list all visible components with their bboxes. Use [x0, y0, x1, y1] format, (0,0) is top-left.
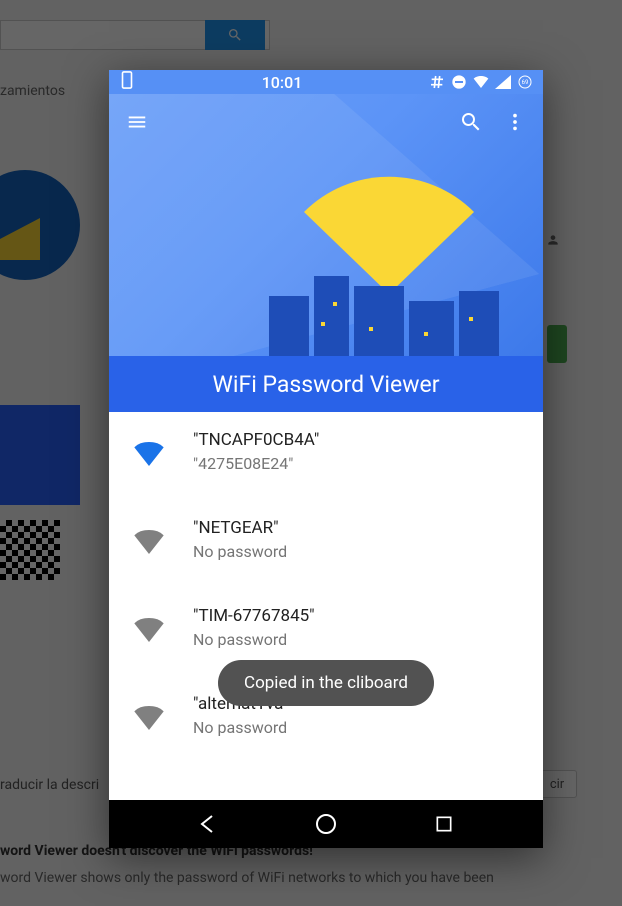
wifi-item[interactable]: "TNCAPF0CB4A" "4275E08E24"	[109, 412, 543, 500]
menu-icon[interactable]	[125, 110, 149, 134]
wifi-ssid: "TNCAPF0CB4A"	[193, 430, 523, 450]
android-nav-bar	[109, 800, 543, 848]
svg-text:69: 69	[522, 79, 529, 86]
wifi-ssid: "TIM-67767845"	[193, 606, 523, 626]
more-vert-icon[interactable]	[503, 110, 527, 134]
wifi-ssid: "NETGEAR"	[193, 518, 523, 538]
header-city-graphic	[259, 266, 519, 356]
wifi-item[interactable]: "NETGEAR" No password	[109, 500, 543, 588]
hash-icon	[429, 74, 445, 90]
android-status-bar: 10:01 69	[109, 70, 543, 94]
wifi-password: No password	[193, 542, 523, 561]
wifi-list: "TNCAPF0CB4A" "4275E08E24" "NETGEAR" No …	[109, 412, 543, 800]
dnd-icon	[451, 74, 467, 90]
wifi-status-icon	[473, 74, 489, 90]
status-time: 10:01	[135, 73, 429, 92]
search-icon[interactable]	[459, 110, 483, 134]
wifi-password: "4275E08E24"	[193, 454, 523, 473]
home-button[interactable]	[314, 812, 338, 836]
app-header: WiFi Password Viewer	[109, 94, 543, 412]
wifi-icon	[129, 698, 169, 738]
phone-outline-icon	[119, 72, 135, 88]
toast-message: Copied in the cliboard	[218, 660, 434, 706]
phone-screenshot-modal: 10:01 69	[109, 70, 543, 848]
battery-icon: 69	[517, 74, 533, 90]
app-title: WiFi Password Viewer	[109, 371, 543, 398]
signal-icon	[495, 74, 511, 90]
recents-button[interactable]	[432, 812, 456, 836]
back-button[interactable]	[196, 812, 220, 836]
wifi-icon	[129, 434, 169, 474]
wifi-icon	[129, 610, 169, 650]
wifi-password: No password	[193, 630, 523, 649]
wifi-icon	[129, 522, 169, 562]
wifi-password: No password	[193, 718, 523, 737]
